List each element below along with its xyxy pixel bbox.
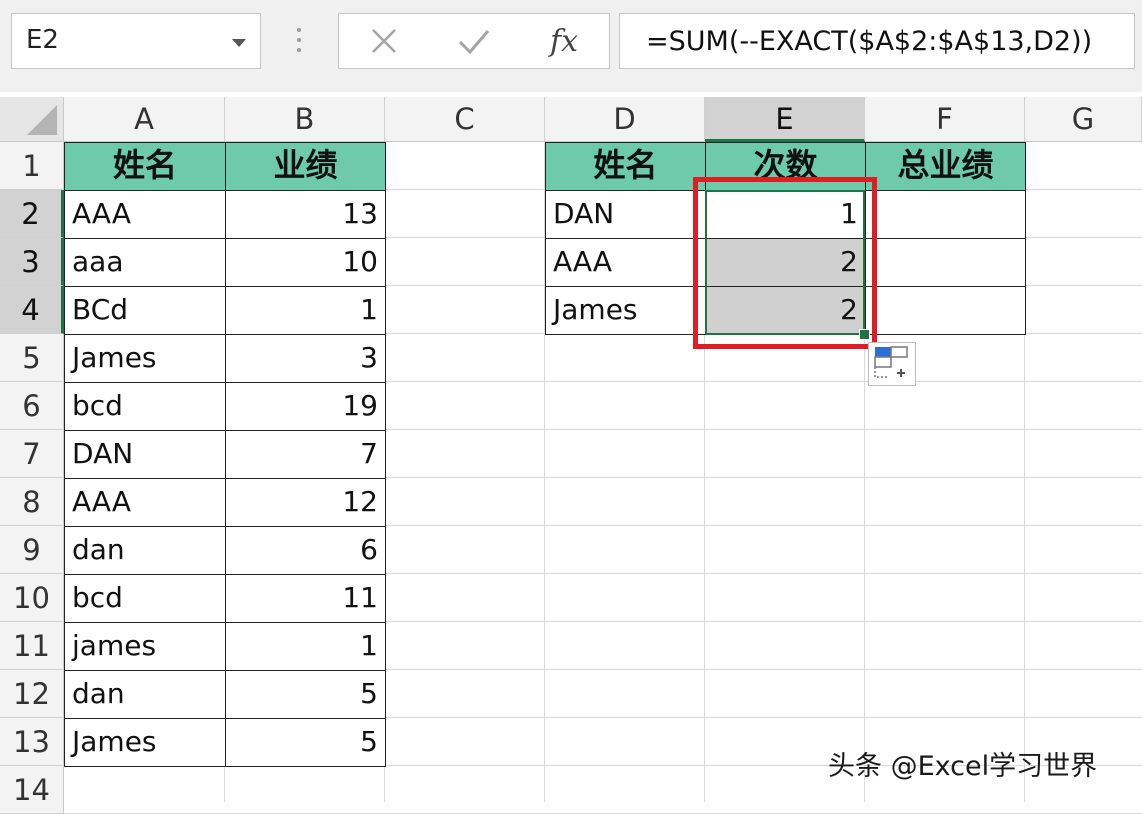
- cell-a11[interactable]: james: [64, 622, 226, 671]
- formula-input[interactable]: =SUM(--EXACT($A$2:$A$13,D2)): [619, 13, 1135, 69]
- row-header-3[interactable]: 3: [0, 238, 64, 286]
- cell-a12[interactable]: dan: [64, 670, 226, 719]
- column-header-c[interactable]: C: [385, 97, 545, 142]
- header-cell-e1[interactable]: 次数: [705, 142, 866, 191]
- cell-f3[interactable]: [865, 238, 1026, 287]
- worksheet-grid: ABCDEFG 1 2 3 4 5 6 7 8 9 10 11 12 13 14 姓名 业绩 AAA 13 aaa…: [0, 92, 1142, 814]
- row-header-14[interactable]: 14: [0, 766, 64, 814]
- splitter-handle-icon[interactable]: [296, 28, 302, 56]
- cell-a4[interactable]: BCd: [64, 286, 226, 335]
- cell-b6[interactable]: 19: [225, 382, 386, 431]
- cell-b11[interactable]: 1: [225, 622, 386, 671]
- cell-d3[interactable]: AAA: [545, 238, 706, 287]
- cell-a10[interactable]: bcd: [64, 574, 226, 623]
- cell-f2[interactable]: [865, 190, 1026, 239]
- cell-e2[interactable]: 1: [705, 190, 866, 239]
- column-header-e[interactable]: E: [705, 97, 865, 142]
- row-header-4[interactable]: 4: [0, 286, 64, 334]
- row-header-1[interactable]: 1: [0, 142, 64, 190]
- fill-handle[interactable]: [859, 329, 870, 340]
- cell-e3[interactable]: 2: [705, 238, 866, 287]
- cell-b2[interactable]: 13: [225, 190, 386, 239]
- row-header-10[interactable]: 10: [0, 574, 64, 622]
- header-cell-b1[interactable]: 业绩: [225, 142, 386, 191]
- cell-b8[interactable]: 12: [225, 478, 386, 527]
- header-cell-f1[interactable]: 总业绩: [865, 142, 1026, 191]
- cell-a13[interactable]: James: [64, 718, 226, 767]
- header-cell-a1[interactable]: 姓名: [64, 142, 226, 191]
- name-box-dropdown-icon[interactable]: [232, 39, 246, 47]
- column-header-g[interactable]: G: [1025, 97, 1142, 142]
- cell-b13[interactable]: 5: [225, 718, 386, 767]
- cell-b10[interactable]: 11: [225, 574, 386, 623]
- insert-function-button[interactable]: fx: [529, 14, 599, 68]
- row-header-8[interactable]: 8: [0, 478, 64, 526]
- column-header-f[interactable]: F: [865, 97, 1025, 142]
- enter-icon[interactable]: [439, 14, 509, 68]
- cell-b5[interactable]: 3: [225, 334, 386, 383]
- column-header-a[interactable]: A: [64, 97, 225, 142]
- cell-a8[interactable]: AAA: [64, 478, 226, 527]
- name-box-value[interactable]: E2: [26, 25, 59, 55]
- cell-a2[interactable]: AAA: [64, 190, 226, 239]
- cell-a9[interactable]: dan: [64, 526, 226, 575]
- cell-b12[interactable]: 5: [225, 670, 386, 719]
- cancel-icon[interactable]: [349, 14, 419, 68]
- fx-icon[interactable]: fx: [550, 24, 578, 59]
- cell-b4[interactable]: 1: [225, 286, 386, 335]
- cell-a7[interactable]: DAN: [64, 430, 226, 479]
- name-box[interactable]: E2: [11, 13, 261, 69]
- row-header-9[interactable]: 9: [0, 526, 64, 574]
- row-header-7[interactable]: 7: [0, 430, 64, 478]
- cell-b7[interactable]: 7: [225, 430, 386, 479]
- formula-buttons: fx: [338, 13, 610, 69]
- row-header-5[interactable]: 5: [0, 334, 64, 382]
- row-header-11[interactable]: 11: [0, 622, 64, 670]
- cell-e4[interactable]: 2: [705, 286, 866, 335]
- row-header-6[interactable]: 6: [0, 382, 64, 430]
- cell-a6[interactable]: bcd: [64, 382, 226, 431]
- cell-a3[interactable]: aaa: [64, 238, 226, 287]
- cell-a5[interactable]: James: [64, 334, 226, 383]
- quick-analysis-button[interactable]: [868, 342, 916, 386]
- cell-b3[interactable]: 10: [225, 238, 386, 287]
- formula-bar: E2 fx =SUM(--EXACT($A$2:$A$13,D2)): [0, 0, 1142, 92]
- cell-f4[interactable]: [865, 286, 1026, 335]
- select-all-button[interactable]: [0, 97, 64, 142]
- cell-d4[interactable]: James: [545, 286, 706, 335]
- header-cell-d1[interactable]: 姓名: [545, 142, 706, 191]
- column-header-d[interactable]: D: [545, 97, 705, 142]
- row-header-2[interactable]: 2: [0, 190, 64, 238]
- row-header-13[interactable]: 13: [0, 718, 64, 766]
- column-header-b[interactable]: B: [225, 97, 385, 142]
- watermark: 头条 @Excel学习世界: [828, 751, 1098, 782]
- formula-text[interactable]: =SUM(--EXACT($A$2:$A$13,D2)): [646, 26, 1092, 57]
- cell-b9[interactable]: 6: [225, 526, 386, 575]
- row-header-12[interactable]: 12: [0, 670, 64, 718]
- cell-d2[interactable]: DAN: [545, 190, 706, 239]
- quick-analysis-icon[interactable]: [869, 343, 915, 385]
